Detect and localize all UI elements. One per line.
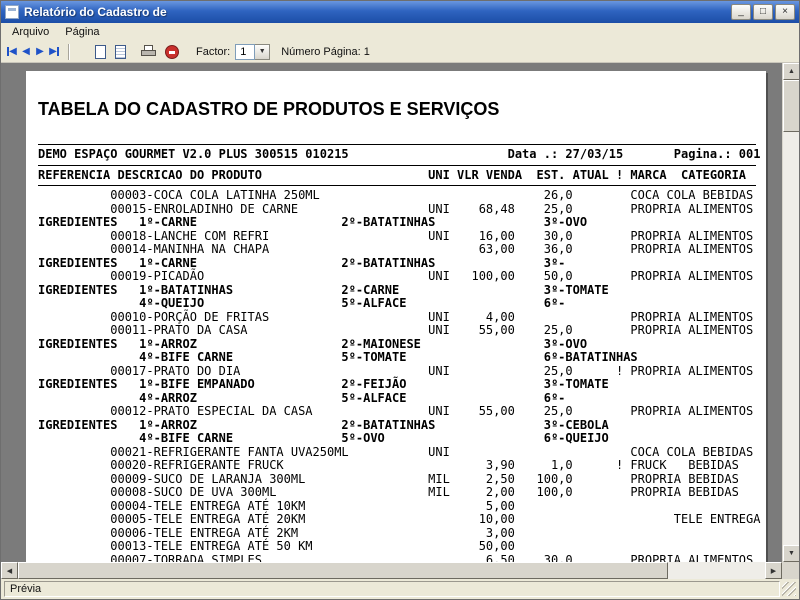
horizontal-scrollbar[interactable]: ◀ ▶ <box>1 562 799 579</box>
next-page-icon: ▶ <box>36 46 44 57</box>
stop-icon <box>165 44 179 59</box>
close-button[interactable]: × <box>775 4 795 20</box>
stop-button[interactable] <box>162 43 182 61</box>
maximize-button[interactable]: □ <box>753 4 773 20</box>
report-line: 00003-COCA COLA LATINHA 250ML 26,0 COCA … <box>38 188 754 202</box>
report-lines: 00003-COCA COLA LATINHA 250ML 26,0 COCA … <box>38 188 761 562</box>
title-bar: Relatório do Cadastro de _ □ × <box>1 1 799 23</box>
report-line: 00015-ENROLADINHO DE CARNE UNI 68,48 25,… <box>38 201 754 216</box>
report-line: 00010-PORÇÃO DE FRITAS UNI 4,00 PROPRIA … <box>38 309 754 324</box>
report-line: IGREDIENTES 1º-CARNE 2º-BATATINHAS 3º-OV… <box>38 215 588 229</box>
report-header-line: DEMO ESPAÇO GOURMET V2.0 PLUS 300515 010… <box>38 147 761 161</box>
status-bar: Prévia <box>1 579 799 599</box>
scroll-up-button[interactable]: ▲ <box>783 63 799 80</box>
toolbar: ◀ ◀ ▶ ▶ Factor: 1 ▼ Número Página: 1 <box>1 41 799 63</box>
scroll-right-button[interactable]: ▶ <box>765 562 782 579</box>
chevron-down-icon[interactable]: ▼ <box>255 43 271 60</box>
report-line: 00007-TORRADA SIMPLES 6,50 30,0 PROPRIA … <box>38 552 754 562</box>
page-number-label: Número Página: 1 <box>281 45 370 58</box>
toolbar-separator <box>68 43 70 60</box>
report-line: 00020-REFRIGERANTE FRUCK 3,90 1,0 ! FRUC… <box>38 458 739 472</box>
report-line: 00013-TELE ENTREGA ATÉ 50 KM 50,00 <box>38 539 515 553</box>
last-page-button[interactable]: ▶ <box>47 43 61 61</box>
report-line: 00006-TELE ENTREGA ATÉ 2KM 3,00 <box>38 525 515 540</box>
report-line: 4º-QUEIJO 5º-ALFACE 6º- <box>38 296 566 310</box>
page-lines-icon <box>114 44 126 59</box>
report-line: 00021-REFRIGERANTE FANTA UVA250ML UNI CO… <box>38 444 754 459</box>
report-line: IGREDIENTES 1º-ARROZ 2º-MAIONESE 3º-OVO <box>38 336 588 351</box>
scroll-down-button[interactable]: ▼ <box>783 545 799 562</box>
report-line: 00005-TELE ENTREGA ATÉ 20KM 10,00 TELE E… <box>38 512 761 526</box>
vertical-scrollbar-thumb[interactable] <box>783 80 799 132</box>
print-button[interactable] <box>138 43 158 61</box>
report-line: 00008-SUCO DE UVA 300ML MIL 2,00 100,0 P… <box>38 485 739 499</box>
report-line: 00018-LANCHE COM REFRI UNI 16,00 30,0 PR… <box>38 228 754 243</box>
window-title: Relatório do Cadastro de <box>24 5 167 19</box>
menu-item-arquivo[interactable]: Arquivo <box>4 24 57 40</box>
report-columns-line: REFERENCIA DESCRICAO DO PRODUTO UNI VLR … <box>38 167 747 182</box>
report-line: IGREDIENTES 1º-BATATINHAS 2º-CARNE 3º-TO… <box>38 282 609 297</box>
page-icon <box>94 44 106 59</box>
last-page-icon <box>56 47 59 56</box>
app-icon <box>5 5 19 19</box>
report-line: 00014-MANINHA NA CHAPA 63,00 36,0 PROPRI… <box>38 242 754 256</box>
minimize-button[interactable]: _ <box>731 4 751 20</box>
factor-value[interactable]: 1 <box>235 43 256 60</box>
app-window: Relatório do Cadastro de _ □ × Arquivo P… <box>0 0 800 600</box>
report-line: 4º-BIFE CARNE 5º-TOMATE 6º-BATATINHAS <box>38 350 638 364</box>
report-line: 00004-TELE ENTREGA ATÉ 10KM 5,00 <box>38 498 515 513</box>
report-line: 00011-PRATO DA CASA UNI 55,00 25,0 PROPR… <box>38 323 754 337</box>
report-line: 4º-BIFE CARNE 5º-OVO 6º-QUEIJO <box>38 431 609 445</box>
last-page-icon: ▶ <box>49 46 57 57</box>
prev-page-icon: ◀ <box>22 46 30 57</box>
vertical-scrollbar[interactable]: ▲ ▼ <box>782 63 799 562</box>
first-page-icon: ◀ <box>9 46 17 57</box>
report-line: 4º-ARROZ 5º-ALFACE 6º- <box>38 390 566 405</box>
two-page-view-button[interactable] <box>110 43 130 61</box>
next-page-button[interactable]: ▶ <box>33 43 47 61</box>
menu-bar: Arquivo Página <box>1 23 799 41</box>
report-line: IGREDIENTES 1º-ARROZ 2º-BATATINHAS 3º-CE… <box>38 417 609 432</box>
single-page-view-button[interactable] <box>90 43 110 61</box>
report-title: TABELA DO CADASTRO DE PRODUTOS E SERVIÇO… <box>38 99 500 119</box>
report-line: 00019-PICADÃO UNI 100,00 50,0 PROPRIA AL… <box>38 269 754 283</box>
printer-icon <box>140 45 156 58</box>
factor-label: Factor: <box>196 45 231 58</box>
scroll-left-button[interactable]: ◀ <box>1 562 18 579</box>
status-text: Prévia <box>4 581 780 597</box>
first-page-button[interactable]: ◀ <box>5 43 19 61</box>
factor-select[interactable]: 1 ▼ <box>235 43 271 60</box>
report-line: 00017-PRATO DO DIA UNI 25,0 ! PROPRIA AL… <box>38 363 754 378</box>
preview-area: TABELA DO CADASTRO DE PRODUTOS E SERVIÇO… <box>1 63 799 562</box>
divider <box>38 164 756 166</box>
prev-page-button[interactable]: ◀ <box>19 43 33 61</box>
resize-grip[interactable] <box>782 582 796 596</box>
report-page: TABELA DO CADASTRO DE PRODUTOS E SERVIÇO… <box>26 71 766 562</box>
horizontal-scrollbar-thumb[interactable] <box>18 562 668 579</box>
divider <box>38 144 756 145</box>
menu-item-pagina[interactable]: Página <box>57 24 107 40</box>
report-line: IGREDIENTES 1º-BIFE EMPANADO 2º-FEIJÃO 3… <box>38 377 609 391</box>
report-line: 00012-PRATO ESPECIAL DA CASA UNI 55,00 2… <box>38 404 754 418</box>
report-line: 00009-SUCO DE LARANJA 300ML MIL 2,50 100… <box>38 471 739 486</box>
report-line: IGREDIENTES 1º-CARNE 2º-BATATINHAS 3º- <box>38 255 566 270</box>
scrollbar-corner <box>782 562 799 579</box>
divider <box>38 185 756 186</box>
